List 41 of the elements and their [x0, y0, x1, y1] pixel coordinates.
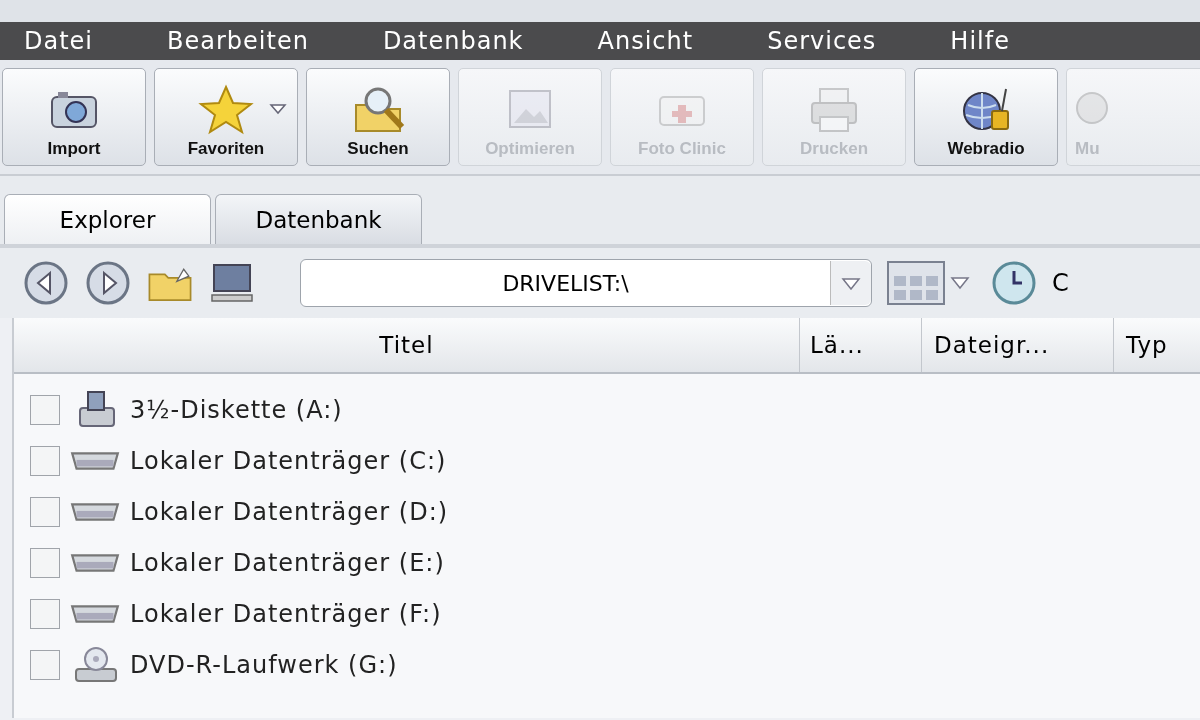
column-header[interactable]: Typ [1114, 318, 1200, 372]
menu-item[interactable]: Ansicht [597, 27, 694, 55]
caret-icon[interactable] [269, 103, 287, 115]
toolbar-button[interactable]: Webradio [914, 68, 1058, 166]
drive-name[interactable]: Lokaler Datenträger (D:) [130, 497, 449, 526]
checkbox[interactable] [30, 496, 60, 527]
column-header[interactable]: Lä... [800, 318, 922, 372]
hard-drive-icon [70, 501, 120, 522]
drive-name[interactable]: Lokaler Datenträger (C:) [130, 446, 447, 475]
toolbar-button[interactable]: Favoriten [154, 68, 298, 166]
tab[interactable]: Datenbank [215, 194, 422, 244]
hard-drive-icon [70, 603, 120, 624]
clock-icon[interactable] [990, 259, 1038, 307]
column-header[interactable]: Titel [14, 318, 800, 372]
menu-item[interactable]: Services [767, 27, 877, 55]
toolbar-label: C [1052, 269, 1069, 297]
drive-name[interactable]: Lokaler Datenträger (F:) [130, 599, 442, 628]
hard-drive-icon [70, 450, 120, 471]
checkbox[interactable] [30, 394, 60, 425]
checkbox[interactable] [30, 547, 60, 578]
menu-item[interactable]: Datei [24, 27, 94, 55]
checkbox[interactable] [30, 649, 60, 680]
toolbar-button[interactable]: Suchen [306, 68, 450, 166]
drive-name[interactable]: 3½-Diskette (A:) [130, 395, 343, 424]
menu-item[interactable]: Hilfe [950, 27, 1010, 55]
toolbar-button[interactable]: Import [2, 68, 146, 166]
column-header[interactable]: Dateigr... [922, 318, 1114, 372]
tab[interactable]: Explorer [4, 194, 211, 244]
menu-item[interactable]: Bearbeiten [167, 27, 309, 55]
checkbox[interactable] [30, 598, 60, 629]
star-icon [196, 83, 256, 135]
forward-icon[interactable] [84, 259, 132, 307]
drive-name[interactable]: DVD-R-Laufwerk (G:) [130, 650, 398, 679]
address-field[interactable]: DRIVELIST:\ [300, 259, 872, 307]
menu-item[interactable]: Datenbank [382, 27, 524, 55]
hard-drive-icon [70, 552, 120, 573]
caret-icon[interactable] [830, 261, 871, 305]
drive-name[interactable]: Lokaler Datenträger (E:) [130, 548, 445, 577]
checkbox[interactable] [30, 445, 60, 476]
disc-icon [1075, 91, 1109, 125]
back-icon[interactable] [22, 259, 70, 307]
